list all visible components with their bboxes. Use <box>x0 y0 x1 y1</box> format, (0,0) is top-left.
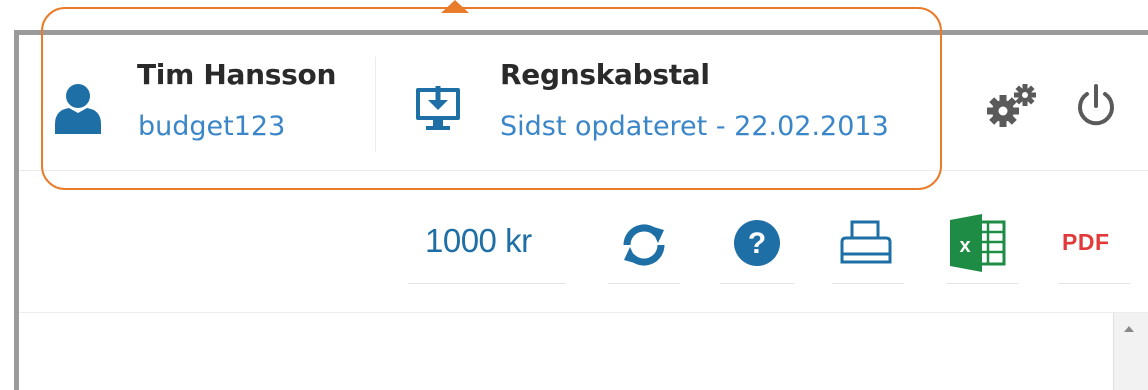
highlight-arrow-icon <box>441 0 469 13</box>
printer-icon[interactable] <box>838 218 894 268</box>
svg-text:x: x <box>959 235 970 257</box>
amount-unit-selector[interactable]: 1000 kr <box>425 222 532 260</box>
content-area <box>19 313 1113 390</box>
power-icon[interactable] <box>1075 84 1117 128</box>
user-name: Tim Hansson <box>137 58 337 91</box>
help-icon[interactable]: ? <box>732 218 782 268</box>
gears-icon[interactable] <box>986 82 1038 128</box>
refresh-icon[interactable] <box>617 218 671 272</box>
toolbar-divider <box>408 283 566 284</box>
toolbar-divider <box>832 283 904 284</box>
user-icon <box>55 84 101 134</box>
svg-text:?: ? <box>748 227 766 260</box>
toolbar-divider <box>608 283 680 284</box>
toolbar-divider <box>720 283 794 284</box>
toolbar-divider <box>946 283 1018 284</box>
user-login[interactable]: budget123 <box>138 111 285 142</box>
download-monitor-icon <box>416 86 460 130</box>
header-bar <box>19 35 1148 171</box>
accounts-last-updated[interactable]: Sidst opdateret - 22.02.2013 <box>500 111 889 142</box>
header-divider <box>375 57 376 152</box>
vertical-scrollbar[interactable] <box>1113 313 1148 390</box>
pdf-export-icon[interactable]: PDF <box>1062 229 1110 256</box>
excel-icon[interactable]: x <box>948 214 1008 272</box>
toolbar-divider <box>1058 283 1130 284</box>
scroll-up-arrow-icon[interactable] <box>1124 326 1134 332</box>
accounts-title: Regnskabstal <box>500 58 710 91</box>
